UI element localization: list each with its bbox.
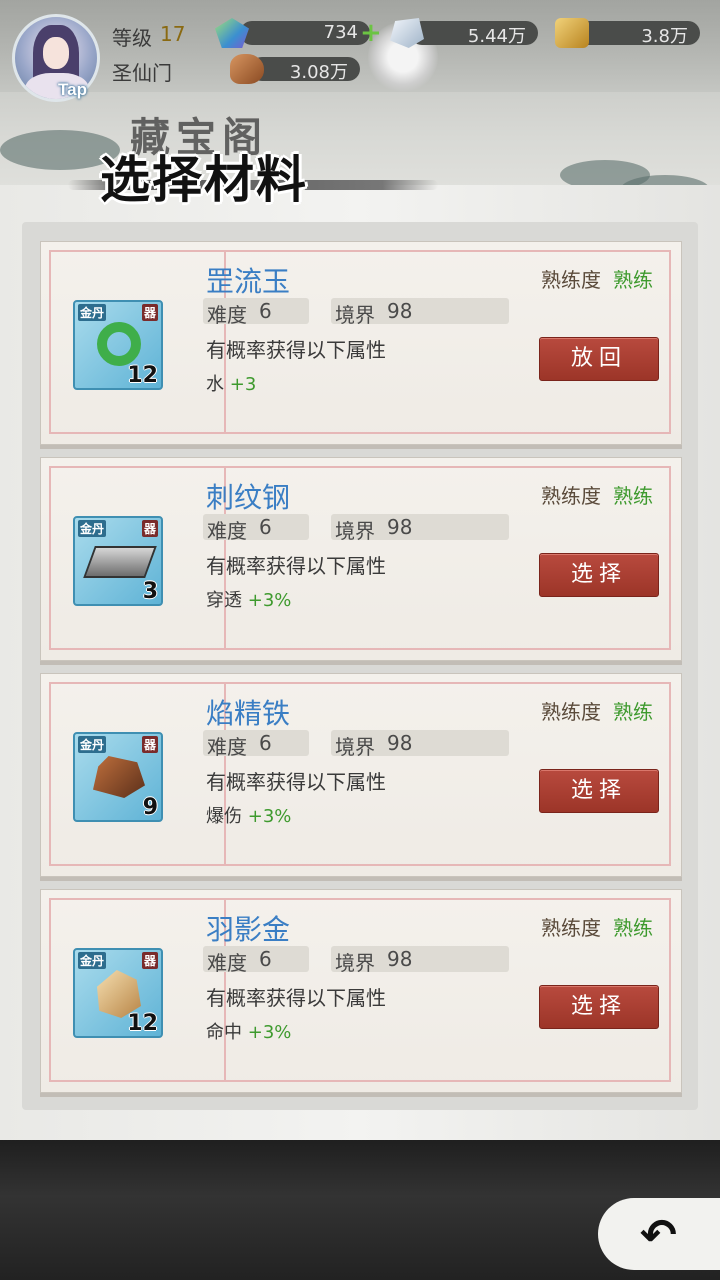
attribute-line: 穿透 +3% [206, 586, 291, 612]
type-tag: 器 [141, 736, 158, 753]
iron-ore-icon [93, 756, 145, 798]
return-button[interactable]: 放回 [539, 337, 659, 381]
material-name: 羽影金 [206, 913, 291, 946]
attribute-description: 有概率获得以下属性 [206, 770, 386, 794]
material-icon-slot[interactable]: 金丹 器 3 [73, 516, 163, 606]
type-tag: 器 [141, 304, 158, 321]
realm-label: 境界 [335, 951, 375, 975]
ice-resource: 5.44万 [410, 21, 538, 47]
realm-label: 境界 [335, 519, 375, 543]
select-button[interactable]: 选择 [539, 985, 659, 1029]
material-name: 刺纹钢 [206, 481, 291, 514]
realm-pill: 境界 98 [331, 298, 509, 327]
jade-resource: 734 [240, 21, 370, 45]
proficiency-value: 熟练 [613, 916, 653, 940]
level-value: 17 [160, 22, 186, 46]
difficulty-value: 6 [259, 299, 272, 323]
attribute-description: 有概率获得以下属性 [206, 986, 386, 1010]
attribute-line: 命中 +3% [206, 1018, 291, 1044]
page-title: 选择材料 [100, 150, 308, 209]
select-button[interactable]: 选择 [539, 769, 659, 813]
difficulty-label: 难度 [207, 519, 247, 543]
proficiency-label: 熟练度 [541, 916, 601, 940]
difficulty-value: 6 [259, 947, 272, 971]
attribute-name: 爆伤 [206, 806, 242, 827]
difficulty-pill: 难度 6 [203, 730, 309, 759]
attribute-line: 水 +3 [206, 370, 256, 396]
attribute-bonus: +3 [229, 374, 257, 395]
material-count: 9 [142, 795, 158, 820]
realm-label: 境界 [335, 303, 375, 327]
material-card: 金丹 器 12 羽影金 熟练度 熟练 难度 6 境界 98 有概率获得以下属性 … [40, 889, 682, 1093]
realm-value: 98 [387, 515, 413, 539]
meat-icon [230, 54, 264, 84]
realm-pill: 境界 98 [331, 514, 509, 543]
proficiency-label: 熟练度 [541, 268, 601, 292]
sect-name: 圣仙门 [112, 61, 172, 85]
jade-amount: 734 [323, 22, 358, 43]
material-count: 3 [142, 579, 158, 604]
difficulty-label: 难度 [207, 303, 247, 327]
gold-amount: 3.8万 [641, 26, 688, 47]
difficulty-label: 难度 [207, 951, 247, 975]
proficiency-label: 熟练度 [541, 700, 601, 724]
difficulty-label: 难度 [207, 735, 247, 759]
material-icon-slot[interactable]: 金丹 器 12 [73, 948, 163, 1038]
realm-value: 98 [387, 299, 413, 323]
steel-ingot-icon [83, 546, 157, 578]
attribute-bonus: +3% [247, 1022, 292, 1043]
avatar-face [43, 37, 69, 69]
tap-label[interactable]: Tap [58, 80, 87, 100]
difficulty-pill: 难度 6 [203, 298, 309, 327]
attribute-name: 水 [206, 374, 224, 395]
difficulty-pill: 难度 6 [203, 514, 309, 543]
proficiency-value: 熟练 [613, 484, 653, 508]
level-label: 等级 [112, 26, 152, 50]
proficiency-value: 熟练 [613, 268, 653, 292]
material-icon-slot[interactable]: 金丹 器 9 [73, 732, 163, 822]
meat-resource: 3.08万 [250, 57, 360, 83]
attribute-bonus: +3% [247, 590, 292, 611]
grade-tag: 金丹 [78, 952, 107, 969]
gold-resource: 3.8万 [575, 21, 700, 47]
gold-ingot-icon [555, 18, 589, 48]
difficulty-value: 6 [259, 515, 272, 539]
back-arrow-icon[interactable]: ↶ [640, 1210, 677, 1261]
realm-value: 98 [387, 731, 413, 755]
material-card: 金丹 器 12 罡流玉 熟练度 熟练 难度 6 境界 98 有概率获得以下属性 … [40, 241, 682, 445]
difficulty-value: 6 [259, 731, 272, 755]
realm-pill: 境界 98 [331, 730, 509, 759]
grade-tag: 金丹 [78, 736, 107, 753]
meat-amount: 3.08万 [289, 62, 348, 83]
attribute-description: 有概率获得以下属性 [206, 338, 386, 362]
jade-ring-icon [97, 322, 141, 366]
type-tag: 器 [141, 520, 158, 537]
type-tag: 器 [141, 952, 158, 969]
attribute-description: 有概率获得以下属性 [206, 554, 386, 578]
proficiency-value: 熟练 [613, 700, 653, 724]
realm-value: 98 [387, 947, 413, 971]
material-count: 12 [127, 363, 158, 388]
realm-pill: 境界 98 [331, 946, 509, 975]
select-button[interactable]: 选择 [539, 553, 659, 597]
attribute-name: 穿透 [206, 590, 242, 611]
ice-amount: 5.44万 [467, 26, 526, 47]
realm-label: 境界 [335, 735, 375, 759]
material-card: 金丹 器 9 焰精铁 熟练度 熟练 难度 6 境界 98 有概率获得以下属性 爆… [40, 673, 682, 877]
proficiency-label: 熟练度 [541, 484, 601, 508]
attribute-name: 命中 [206, 1022, 242, 1043]
material-count: 12 [127, 1011, 158, 1036]
difficulty-pill: 难度 6 [203, 946, 309, 975]
grade-tag: 金丹 [78, 304, 107, 321]
add-jade-icon[interactable]: + [360, 18, 382, 48]
attribute-bonus: +3% [247, 806, 292, 827]
attribute-line: 爆伤 +3% [206, 802, 291, 828]
material-name: 焰精铁 [206, 697, 291, 730]
material-icon-slot[interactable]: 金丹 器 12 [73, 300, 163, 390]
material-card: 金丹 器 3 刺纹钢 熟练度 熟练 难度 6 境界 98 有概率获得以下属性 穿… [40, 457, 682, 661]
material-name: 罡流玉 [206, 265, 291, 298]
grade-tag: 金丹 [78, 520, 107, 537]
